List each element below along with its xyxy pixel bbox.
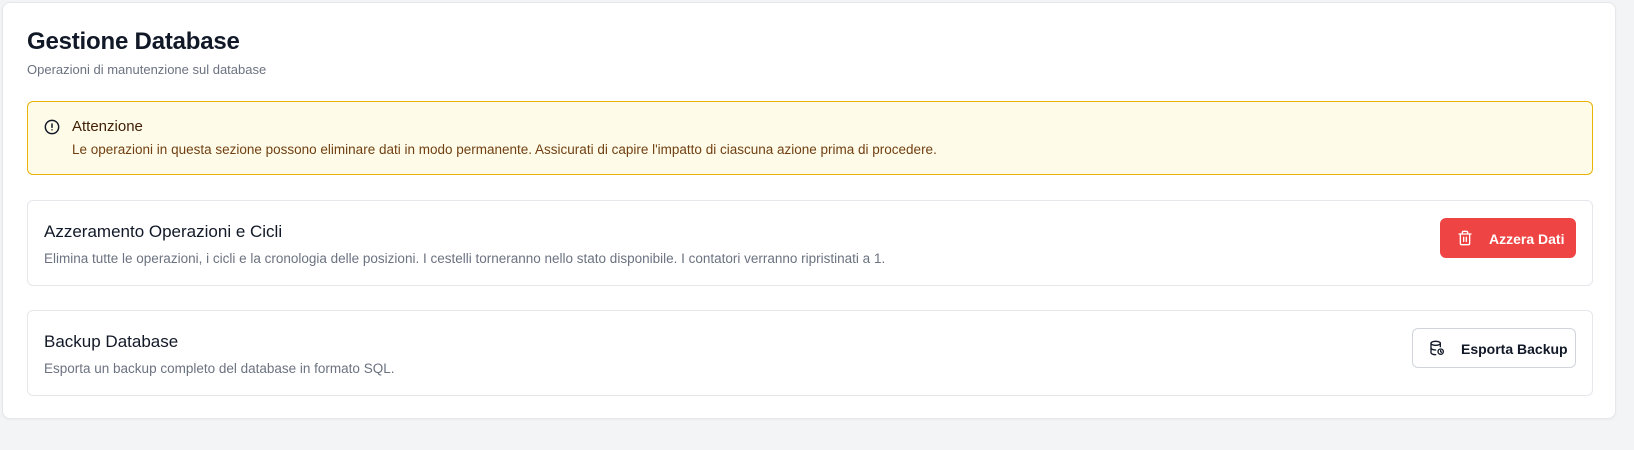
section-title: Azzeramento Operazioni e Cicli [44, 222, 283, 241]
alert-title: Attenzione [72, 118, 143, 135]
alert-circle-icon [44, 119, 60, 135]
reset-data-section: Azzeramento Operazioni e Cicli Elimina t… [27, 200, 1593, 286]
section-description: Esporta un backup completo del database … [44, 361, 395, 376]
backup-section: Backup Database Esporta un backup comple… [27, 310, 1593, 396]
export-backup-button-label: Esporta Backup [1461, 341, 1568, 357]
export-backup-button[interactable]: Esporta Backup [1412, 328, 1576, 368]
trash-icon [1457, 230, 1473, 246]
section-title: Backup Database [44, 332, 179, 351]
reset-data-button[interactable]: Azzera Dati [1440, 218, 1576, 258]
alert-message: Le operazioni in questa sezione possono … [72, 142, 937, 157]
reset-data-button-label: Azzera Dati [1489, 231, 1565, 247]
page-subtitle: Operazioni di manutenzione sul database [27, 62, 267, 77]
warning-alert: Attenzione Le operazioni in questa sezio… [27, 101, 1593, 175]
page-title: Gestione Database [27, 28, 240, 55]
database-backup-icon [1429, 340, 1445, 356]
database-management-card: Gestione Database Operazioni di manutenz… [2, 2, 1616, 419]
section-description: Elimina tutte le operazioni, i cicli e l… [44, 251, 886, 266]
